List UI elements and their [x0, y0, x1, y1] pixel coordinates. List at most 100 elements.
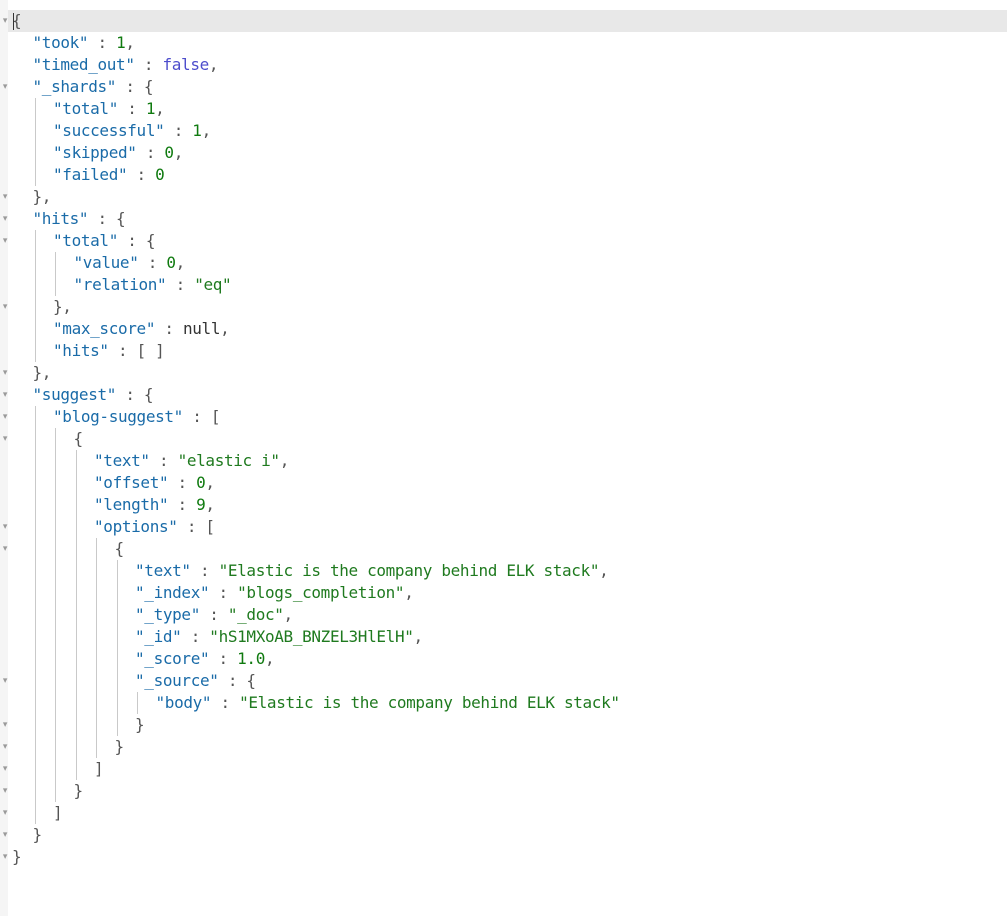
json-punctuation: , [205, 495, 215, 514]
json-punctuation: } [73, 781, 84, 800]
code-line[interactable]: ▾ "options" : [ [3, 516, 1002, 538]
code-line[interactable]: "skipped" : 0, [12, 142, 1002, 164]
code-line[interactable]: "timed_out" : false, [12, 54, 1002, 76]
code-line[interactable]: ▾}, [3, 296, 1002, 318]
fold-toggle-icon[interactable]: ▾ [1, 714, 9, 736]
json-key: "total" [53, 99, 118, 118]
code-line[interactable]: ▾} [3, 736, 1002, 758]
json-string: "Elastic is the company behind ELK stack… [218, 561, 600, 580]
json-punctuation: : [149, 451, 178, 470]
fold-toggle-icon[interactable]: ▾ [1, 10, 9, 32]
json-number: 1.0 [237, 649, 265, 668]
json-response-viewer[interactable]: ▾{"took" : 1, "timed_out" : false, ▾ "_shar… [0, 0, 1007, 916]
fold-toggle-icon[interactable]: ▾ [1, 296, 9, 318]
code-line[interactable]: ▾ "_source" : { [3, 670, 1002, 692]
code-line[interactable]: "length" : 9, [12, 494, 1002, 516]
code-line[interactable]: ▾ "blog-suggest" : [ [3, 406, 1002, 428]
code-line[interactable]: ▾{ [3, 428, 1002, 450]
json-punctuation: { [73, 429, 84, 448]
code-line[interactable]: "body" : "Elastic is the company behind … [12, 692, 1002, 714]
code-line[interactable]: "_id" : "hS1MXoAB_BNZEL3HlElH", [12, 626, 1002, 648]
json-punctuation: , [279, 451, 290, 470]
json-string: "Elastic is the company behind ELK stack… [239, 693, 620, 712]
json-punctuation: ] [53, 803, 63, 822]
json-string: "elastic i" [177, 451, 280, 470]
code-line[interactable]: "value" : 0, [12, 252, 1002, 274]
fold-toggle-icon[interactable]: ▾ [1, 76, 9, 98]
fold-toggle-icon[interactable]: ▾ [1, 758, 9, 780]
json-string: "hS1MXoAB_BNZEL3HlElH" [209, 627, 414, 646]
json-boolean: false [162, 55, 209, 74]
code-line[interactable]: ▾}, [3, 186, 1002, 208]
code-line[interactable]: ▾} [3, 824, 1002, 846]
json-key: "_index" [135, 583, 210, 602]
code-lines[interactable]: ▾{"took" : 1, "timed_out" : false, ▾ "_shar… [3, 10, 1002, 868]
json-number: 1 [145, 99, 156, 118]
code-line[interactable]: "text" : "elastic i", [12, 450, 1002, 472]
code-line[interactable]: "relation" : "eq" [12, 274, 1002, 296]
json-key: "_id" [135, 627, 182, 646]
code-line[interactable]: "_type" : "_doc", [12, 604, 1002, 626]
code-line[interactable]: ▾} [3, 780, 1002, 802]
code-line[interactable]: ▾ "suggest" : { [3, 384, 1002, 406]
code-line[interactable]: ▾ "_shards" : { [3, 76, 1002, 98]
json-punctuation: : [117, 99, 146, 118]
code-line[interactable]: ▾{ [3, 538, 1002, 560]
json-null: null [182, 319, 221, 338]
code-line[interactable]: "successful" : 1, [12, 120, 1002, 142]
code-line[interactable]: "hits" : [ ] [12, 340, 1002, 362]
json-punctuation: } [12, 847, 22, 866]
fold-toggle-icon[interactable]: ▾ [1, 802, 9, 824]
fold-toggle-icon[interactable]: ▾ [1, 186, 9, 208]
fold-toggle-icon[interactable]: ▾ [1, 384, 9, 406]
fold-toggle-icon[interactable]: ▾ [1, 538, 9, 560]
code-line[interactable]: ▾}, [3, 362, 1002, 384]
json-punctuation: , [599, 561, 609, 580]
fold-toggle-icon[interactable]: ▾ [1, 362, 9, 384]
code-line[interactable]: "max_score" : null, [12, 318, 1002, 340]
json-punctuation: }, [53, 297, 72, 316]
text-cursor [13, 13, 14, 30]
json-punctuation: , [175, 253, 186, 272]
json-string: "_doc" [227, 605, 284, 624]
code-line[interactable]: ▾] [3, 802, 1002, 824]
fold-toggle-icon[interactable]: ▾ [1, 736, 9, 758]
json-punctuation: , [125, 33, 135, 52]
fold-toggle-icon[interactable]: ▾ [1, 846, 9, 868]
fold-toggle-icon[interactable]: ▾ [1, 230, 9, 252]
code-line[interactable]: "_score" : 1.0, [12, 648, 1002, 670]
fold-toggle-icon[interactable]: ▾ [1, 670, 9, 692]
json-key: "hits" [53, 341, 109, 360]
json-key: "_score" [135, 649, 210, 668]
fold-toggle-icon[interactable]: ▾ [1, 208, 9, 230]
code-line[interactable]: "offset" : 0, [12, 472, 1002, 494]
json-punctuation: : { [218, 671, 256, 690]
json-punctuation: : { [88, 209, 126, 228]
code-line[interactable]: "failed" : 0 [12, 164, 1002, 186]
code-line[interactable]: "text" : "Elastic is the company behind … [12, 560, 1002, 582]
code-line[interactable]: ▾} [3, 846, 1002, 868]
code-line[interactable]: ▾] [3, 758, 1002, 780]
json-punctuation: : { [117, 231, 156, 250]
code-line[interactable]: ▾ "total" : { [3, 230, 1002, 252]
json-number: 0 [155, 165, 165, 184]
code-line[interactable]: ▾} [3, 714, 1002, 736]
json-punctuation: : [211, 693, 240, 712]
json-key: "_shards" [32, 77, 117, 96]
fold-toggle-icon[interactable]: ▾ [1, 824, 9, 846]
fold-toggle-icon[interactable]: ▾ [1, 428, 9, 450]
json-key: "text" [94, 451, 150, 470]
indent-guide [55, 252, 56, 296]
code-line[interactable]: ▾{ [3, 10, 1002, 32]
json-key: "skipped" [53, 143, 137, 162]
json-number: 0 [166, 253, 176, 272]
json-key: "total" [53, 231, 118, 250]
code-line[interactable]: ▾ "hits" : { [3, 208, 1002, 230]
fold-toggle-icon[interactable]: ▾ [1, 516, 9, 538]
code-line[interactable]: "took" : 1, [12, 32, 1002, 54]
fold-toggle-icon[interactable]: ▾ [1, 780, 9, 802]
code-line[interactable]: "total" : 1, [12, 98, 1002, 120]
code-line[interactable]: "_index" : "blogs_completion", [12, 582, 1002, 604]
json-punctuation: : { [116, 77, 154, 96]
fold-toggle-icon[interactable]: ▾ [1, 406, 9, 428]
